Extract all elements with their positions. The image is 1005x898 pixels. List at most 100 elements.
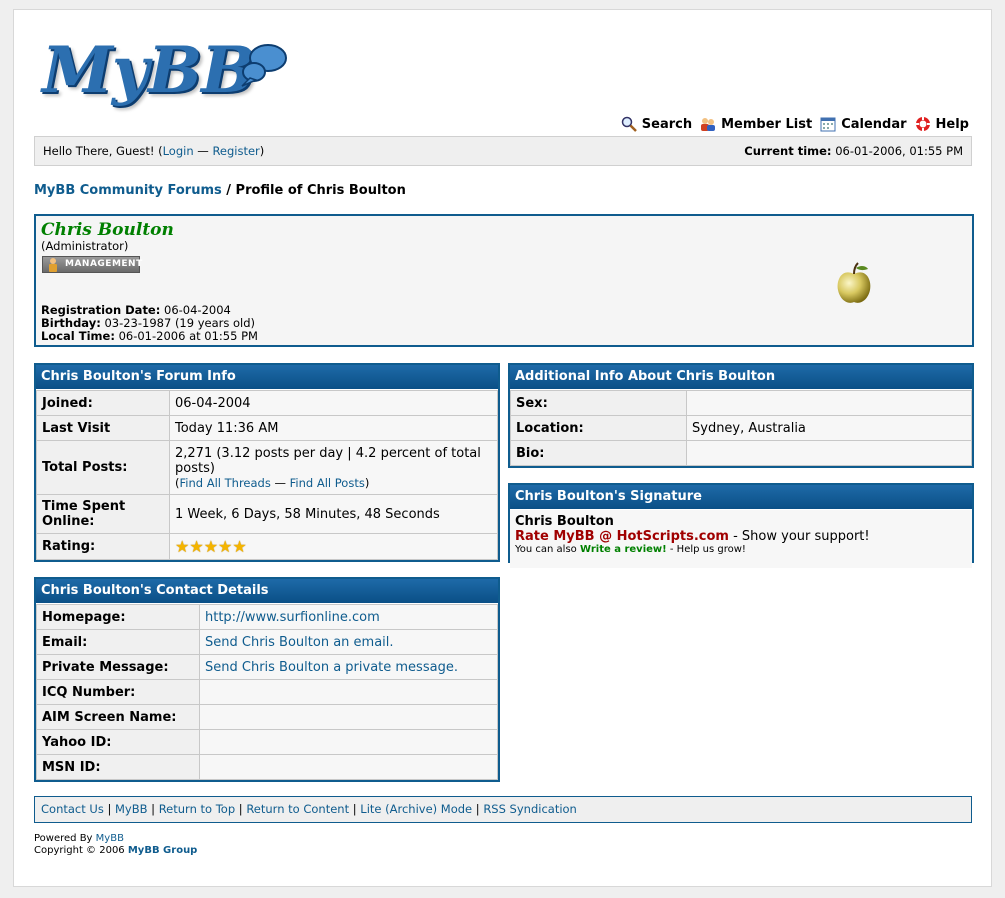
local-time-value: 06-01-2006 at 01:55 PM	[118, 329, 258, 343]
copyright: Powered By MyBB Copyright © 2006 MyBB Gr…	[34, 833, 197, 857]
birthday-value: 03-23-1987 (19 years old)	[104, 316, 256, 330]
footer-mybb[interactable]: MyBB	[115, 802, 148, 816]
footer-return-top[interactable]: Return to Top	[159, 802, 235, 816]
table-row: Joined: 06-04-2004	[36, 390, 498, 416]
email-label: Email:	[36, 629, 200, 655]
footer-rss[interactable]: RSS Syndication	[483, 802, 577, 816]
current-time-label: Current time:	[744, 144, 832, 158]
additional-info-table: Additional Info About Chris Boulton Sex:…	[508, 363, 974, 468]
menu-calendar[interactable]: Calendar	[820, 116, 907, 132]
footer-separator: |	[235, 802, 247, 816]
menu-search[interactable]: Search	[621, 116, 692, 132]
bio-label: Bio:	[510, 440, 687, 466]
also-prefix: You can also	[515, 544, 580, 555]
private-message-label: Private Message:	[36, 654, 200, 680]
powered-by-mybb-link[interactable]: MyBB	[96, 833, 124, 844]
mybb-logo[interactable]: MyBB	[42, 32, 292, 110]
profile-header: Chris Boulton (Administrator) MANAGEMENT…	[34, 214, 974, 347]
breadcrumb: MyBB Community Forums / Profile of Chris…	[34, 183, 406, 198]
table-row: Sex:	[510, 390, 972, 416]
breadcrumb-current: Profile of Chris Boulton	[235, 183, 406, 198]
location-value: Sydney, Australia	[686, 415, 972, 441]
footer-return-content[interactable]: Return to Content	[246, 802, 349, 816]
signature-heading: Chris Boulton's Signature	[510, 485, 972, 510]
breadcrumb-home-link[interactable]: MyBB Community Forums	[34, 183, 222, 198]
signature-body: Chris Boulton Rate MyBB @ HotScripts.com…	[510, 510, 972, 568]
homepage-label: Homepage:	[36, 604, 200, 630]
time-online-label: Time Spent Online:	[36, 494, 170, 534]
send-pm-link[interactable]: Send Chris Boulton a private message.	[205, 660, 458, 675]
speech-bubble-icon	[241, 44, 287, 87]
sex-label: Sex:	[510, 390, 687, 416]
login-link[interactable]: Login	[163, 144, 194, 158]
menu-help[interactable]: Help	[915, 116, 969, 132]
aim-value	[199, 704, 498, 730]
help-icon	[915, 117, 930, 131]
location-label: Location:	[510, 415, 687, 441]
footer-separator: |	[472, 802, 484, 816]
total-posts-value: 2,271 (3.12 posts per day | 4.2 percent …	[175, 445, 481, 476]
find-all-threads-link[interactable]: Find All Threads	[180, 476, 271, 490]
table-row: Homepage: http://www.surfionline.com	[36, 604, 498, 630]
powered-prefix: Powered By	[34, 833, 96, 844]
rating-stars: ★★★★★	[169, 533, 498, 560]
table-row: ICQ Number:	[36, 679, 498, 705]
footer-separator: |	[147, 802, 159, 816]
find-all-posts-link[interactable]: Find All Posts	[290, 476, 365, 490]
sex-value	[686, 390, 972, 416]
homepage-link[interactable]: http://www.surfionline.com	[205, 610, 380, 625]
table-row: Time Spent Online: 1 Week, 6 Days, 58 Mi…	[36, 494, 498, 534]
footer-contact-us[interactable]: Contact Us	[41, 802, 104, 816]
total-posts-cell: 2,271 (3.12 posts per day | 4.2 percent …	[169, 440, 498, 495]
yahoo-label: Yahoo ID:	[36, 729, 200, 755]
search-icon	[621, 116, 637, 132]
page-container: MyBB Search Member List Calendar Help He…	[13, 9, 992, 887]
star-icon: ★	[175, 537, 190, 556]
contact-heading: Chris Boulton's Contact Details	[36, 579, 498, 604]
contact-details-table: Chris Boulton's Contact Details Homepage…	[34, 577, 500, 782]
calendar-icon	[820, 117, 836, 132]
registration-date-label: Registration Date:	[41, 303, 161, 317]
table-row: AIM Screen Name:	[36, 704, 498, 730]
register-link[interactable]: Register	[212, 144, 259, 158]
last-visit-value: Today 11:36 AM	[169, 415, 498, 441]
find-links: (Find All Threads — Find All Posts)	[175, 475, 370, 490]
breadcrumb-separator: /	[221, 183, 236, 198]
logo-text: MyBB	[42, 33, 255, 108]
also-suffix: - Help us grow!	[666, 544, 746, 555]
star-icon: ★	[232, 537, 247, 556]
additional-heading: Additional Info About Chris Boulton	[510, 365, 972, 390]
registration-date-value: 06-04-2004	[164, 303, 231, 317]
last-visit-label: Last Visit	[36, 415, 170, 441]
welcome-panel: Hello There, Guest! (Login — Register) C…	[34, 136, 972, 166]
profile-username: Chris Boulton	[41, 220, 174, 240]
table-row: Total Posts: 2,271 (3.12 posts per day |…	[36, 440, 498, 495]
greeting-suffix: )	[259, 144, 265, 158]
table-row: Email: Send Chris Boulton an email.	[36, 629, 498, 655]
write-review-link[interactable]: Write a review!	[580, 544, 667, 555]
rate-mybb-link[interactable]: Rate MyBB @ HotScripts.com	[515, 529, 729, 544]
current-time: Current time: 06-01-2006, 01:55 PM	[744, 137, 963, 165]
menu-member-list-label: Member List	[721, 116, 813, 132]
aim-label: AIM Screen Name:	[36, 704, 200, 730]
icq-value	[199, 679, 498, 705]
table-row: Private Message: Send Chris Boulton a pr…	[36, 654, 498, 680]
menu-help-label: Help	[935, 116, 969, 132]
greeting-prefix: Hello There, Guest! (	[43, 144, 163, 158]
apple-avatar-icon	[837, 262, 871, 303]
joined-label: Joined:	[36, 390, 170, 416]
table-row: Rating: ★★★★★	[36, 533, 498, 560]
menu-member-list[interactable]: Member List	[700, 116, 812, 132]
member-list-icon	[701, 118, 716, 131]
mybb-group-link[interactable]: MyBB Group	[128, 845, 197, 856]
table-row: Location: Sydney, Australia	[510, 415, 972, 441]
star-icon: ★	[189, 537, 204, 556]
management-badge: MANAGEMENT	[42, 256, 142, 273]
send-email-link[interactable]: Send Chris Boulton an email.	[205, 635, 394, 650]
msn-label: MSN ID:	[36, 754, 200, 780]
signature-name: Chris Boulton	[515, 514, 614, 529]
birthday-label: Birthday:	[41, 316, 101, 330]
joined-value: 06-04-2004	[169, 390, 498, 416]
top-menu: Search Member List Calendar Help	[621, 114, 969, 134]
footer-lite-mode[interactable]: Lite (Archive) Mode	[360, 802, 472, 816]
